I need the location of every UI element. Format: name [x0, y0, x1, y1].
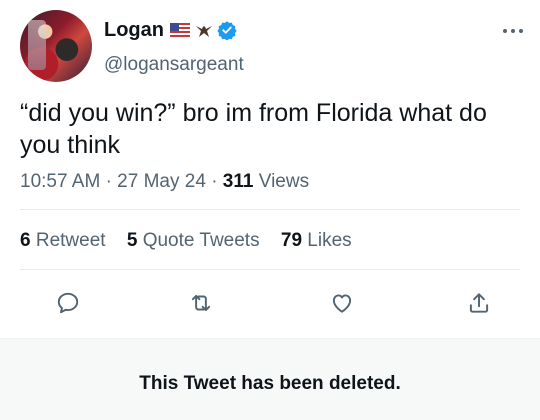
- retweets-label: Retweet: [35, 230, 106, 251]
- tweet-text: “did you win?” bro im from Florida what …: [20, 99, 487, 159]
- display-name[interactable]: Logan: [104, 18, 164, 42]
- views-label: Views: [258, 171, 310, 192]
- quotes-stat[interactable]: 5 Quote Tweets: [127, 230, 260, 251]
- likes-stat[interactable]: 79 Likes: [281, 230, 352, 251]
- eagle-icon: [194, 20, 214, 40]
- retweets-stat[interactable]: 6 Retweet: [20, 230, 106, 251]
- meta-separator: ·: [105, 171, 118, 192]
- reply-icon[interactable]: [55, 290, 81, 316]
- retweets-count: 6: [20, 230, 31, 251]
- us-flag-icon: [170, 23, 190, 37]
- deleted-notice: This Tweet has been deleted.: [139, 372, 401, 394]
- share-icon[interactable]: [466, 290, 492, 316]
- quotes-label: Quote Tweets: [142, 230, 260, 251]
- verified-icon: [217, 20, 237, 41]
- author-handle[interactable]: @logansargeant: [104, 54, 244, 76]
- tweet-meta: 10:57 AM · 27 May 24 · 311 Views: [20, 171, 309, 193]
- likes-count: 79: [280, 230, 303, 251]
- quotes-count: 5: [126, 230, 138, 251]
- tweet-date[interactable]: 27 May 24: [117, 171, 206, 192]
- avatar[interactable]: [20, 10, 92, 82]
- more-options-icon[interactable]: [502, 22, 524, 33]
- likes-label: Likes: [307, 230, 352, 251]
- views-count: 311: [222, 171, 254, 192]
- deleted-notice-bar: This Tweet has been deleted.: [0, 338, 540, 420]
- tweet: Logan @logansargeant “did you win?” bro …: [0, 0, 540, 420]
- tweet-stats: 6 Retweet 5 Quote Tweets 79 Likes: [20, 230, 368, 252]
- divider: [20, 269, 520, 270]
- like-icon[interactable]: [329, 290, 355, 316]
- retweet-icon[interactable]: [188, 290, 214, 316]
- meta-separator: ·: [211, 171, 223, 192]
- tweet-time[interactable]: 10:57 AM: [20, 171, 100, 192]
- divider: [20, 209, 520, 210]
- action-bar: [0, 290, 540, 316]
- author-name-row: Logan: [104, 18, 237, 42]
